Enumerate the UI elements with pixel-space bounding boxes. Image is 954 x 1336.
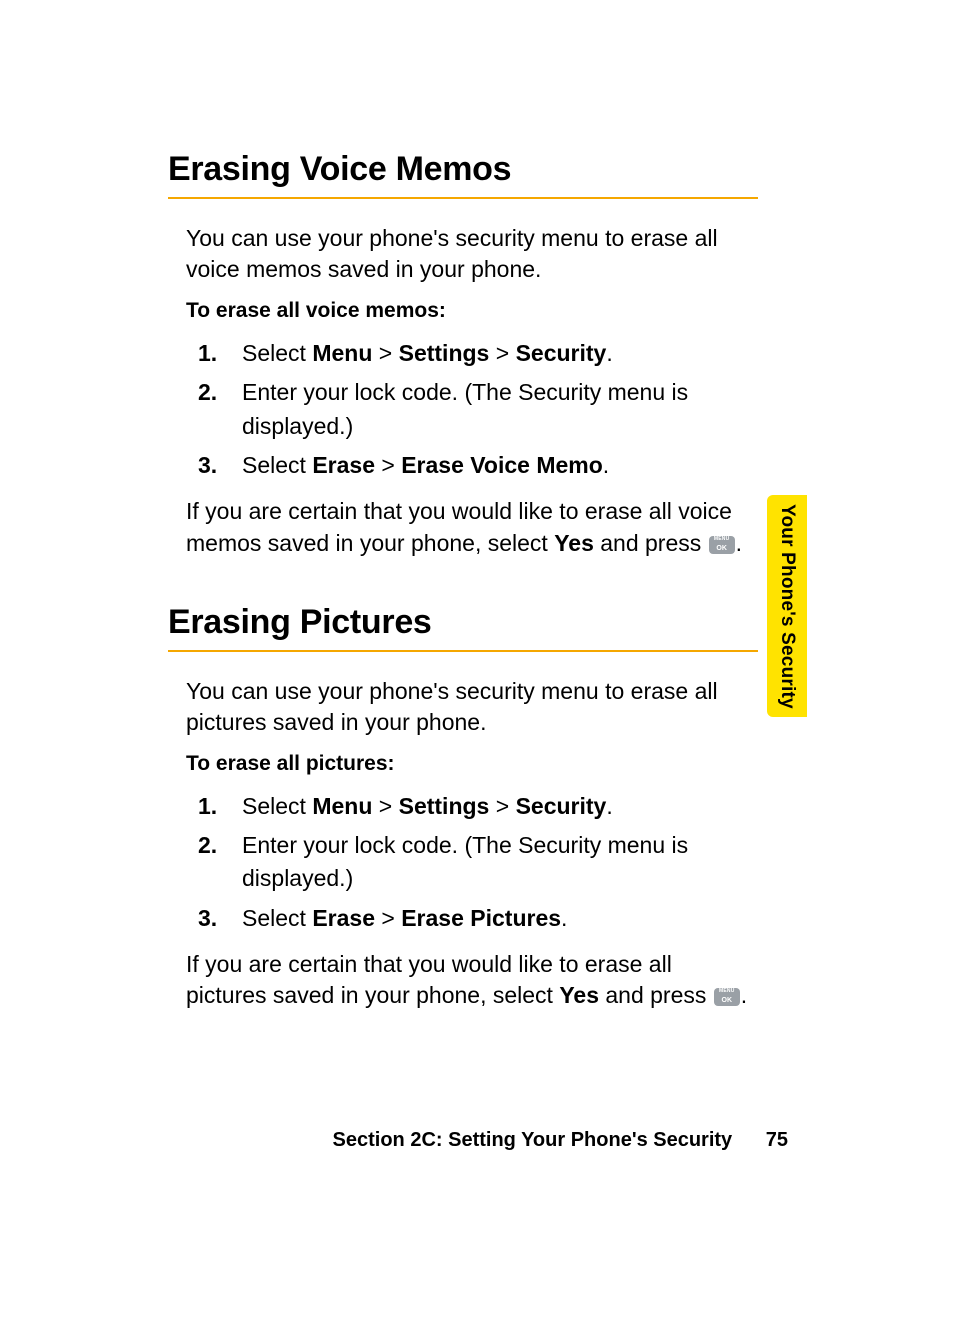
step-item: 1. Select Menu > Settings > Security. [186, 790, 758, 823]
manual-page: Erasing Voice Memos You can use your pho… [0, 0, 954, 1336]
step-number: 1. [198, 790, 217, 823]
step-text: Select Menu > Settings > Security. [242, 793, 613, 819]
section-body: You can use your phone's security menu t… [186, 676, 758, 1012]
step-text: Select Erase > Erase Pictures. [242, 905, 567, 931]
step-list: 1. Select Menu > Settings > Security. 2.… [186, 790, 758, 935]
section-2: Erasing Pictures You can use your phone'… [168, 603, 786, 1012]
step-number: 2. [198, 829, 217, 862]
step-item: 1. Select Menu > Settings > Security. [186, 337, 758, 370]
subheading: To erase all pictures: [186, 752, 758, 776]
step-number: 1. [198, 337, 217, 370]
step-number: 3. [198, 449, 217, 482]
step-item: 2. Enter your lock code. (The Security m… [186, 376, 758, 443]
step-number: 3. [198, 902, 217, 935]
step-item: 3. Select Erase > Erase Voice Memo. [186, 449, 758, 482]
subheading: To erase all voice memos: [186, 299, 758, 323]
step-item: 3. Select Erase > Erase Pictures. [186, 902, 758, 935]
step-text: Select Erase > Erase Voice Memo. [242, 452, 609, 478]
intro-text: You can use your phone's security menu t… [186, 223, 758, 285]
footer-section: Section 2C: Setting Your Phone's Securit… [333, 1129, 733, 1151]
section-heading: Erasing Pictures [168, 603, 786, 642]
step-number: 2. [198, 376, 217, 409]
after-text: If you are certain that you would like t… [186, 496, 758, 558]
step-text: Enter your lock code. (The Security menu… [242, 379, 688, 438]
page-number: 75 [766, 1129, 788, 1152]
intro-text: You can use your phone's security menu t… [186, 676, 758, 738]
section-rule [168, 197, 758, 199]
section-rule [168, 650, 758, 652]
side-tab-label: Your Phone's Security [776, 504, 798, 709]
side-tab: Your Phone's Security [767, 495, 807, 717]
menu-ok-key-icon [709, 536, 735, 554]
section-body: You can use your phone's security menu t… [186, 223, 758, 559]
step-list: 1. Select Menu > Settings > Security. 2.… [186, 337, 758, 482]
step-text: Select Menu > Settings > Security. [242, 340, 613, 366]
step-text: Enter your lock code. (The Security menu… [242, 832, 688, 891]
page-footer: Section 2C: Setting Your Phone's Securit… [168, 1129, 788, 1152]
after-text: If you are certain that you would like t… [186, 949, 758, 1011]
step-item: 2. Enter your lock code. (The Security m… [186, 829, 758, 896]
menu-ok-key-icon [714, 988, 740, 1006]
section-heading: Erasing Voice Memos [168, 150, 786, 189]
